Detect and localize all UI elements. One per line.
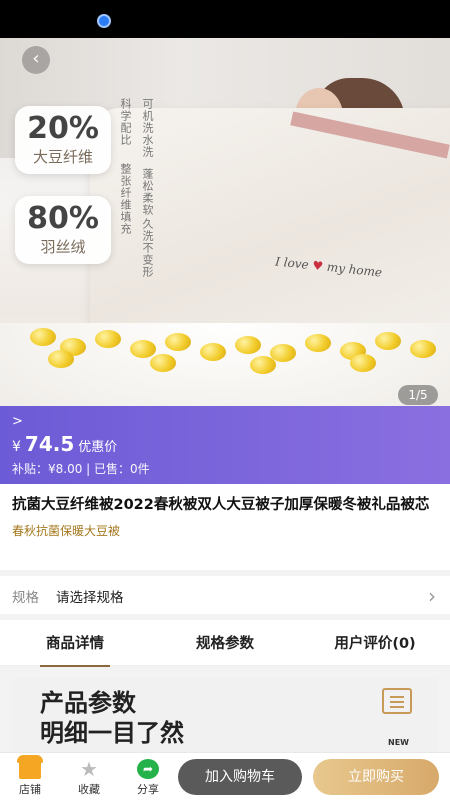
- params-heading: 产品参数 明细一目了然: [40, 688, 184, 748]
- badge-label: 羽丝绒: [40, 238, 86, 256]
- price-label: 优惠价: [78, 440, 118, 455]
- subsidy-sold-info: 补贴：¥8.00 | 已售：0件: [12, 462, 150, 476]
- status-bar: [0, 0, 450, 38]
- tab-user-reviews[interactable]: 用户评价(0): [300, 632, 450, 653]
- fiber-badge-soy: 20% 大豆纤维: [15, 106, 111, 174]
- favorite-button[interactable]: ★ 收藏: [67, 759, 111, 797]
- product-subtitle: 春秋抗菌保暖大豆被: [12, 524, 121, 538]
- spec-label: 规格: [12, 590, 39, 606]
- params-heading-line1: 产品参数: [40, 689, 136, 717]
- new-label: NEW: [388, 738, 409, 747]
- document-icon: [382, 688, 412, 714]
- badge-percent: 80%: [27, 201, 99, 236]
- detail-tabs: 商品详情 规格参数 用户评价(0): [0, 620, 450, 667]
- params-heading-line2: 明细一目了然: [40, 719, 184, 747]
- product-title: 抗菌大豆纤维被2022春秋被双人大豆被子加厚保暖冬被礼品被芯: [12, 497, 430, 513]
- product-params-banner: 产品参数 明细一目了然 NEW: [12, 678, 438, 758]
- price: ¥74.5 优惠价: [12, 432, 117, 456]
- bottom-action-bar: 店铺 ★ 收藏 ➦ 分享 加入购物车 立即购买: [0, 752, 450, 800]
- store-label: 店铺: [19, 783, 41, 796]
- price-value: 74.5: [24, 432, 75, 456]
- feature-text: 整张纤维填充: [119, 163, 132, 235]
- share-icon: ➦: [137, 759, 159, 779]
- star-icon: ★: [80, 757, 98, 781]
- badge-percent: 20%: [27, 111, 99, 146]
- tab-specifications[interactable]: 规格参数: [150, 632, 300, 653]
- buy-now-button[interactable]: 立即购买: [313, 759, 439, 795]
- spec-selector[interactable]: 规格 请选择规格 ›: [0, 576, 450, 614]
- share-button[interactable]: ➦ 分享: [126, 759, 170, 797]
- feature-text: 科学配比: [119, 98, 132, 146]
- app-notification-icon: [97, 14, 111, 28]
- image-counter: 1/5: [398, 385, 438, 405]
- feature-text: 可机洗水洗: [141, 98, 154, 158]
- price-bar: > ¥74.5 优惠价 补贴：¥8.00 | 已售：0件: [0, 406, 450, 484]
- heart-icon: ♥: [311, 258, 324, 274]
- favorite-label: 收藏: [78, 783, 100, 796]
- price-currency: ¥: [12, 439, 21, 455]
- badge-label: 大豆纤维: [32, 148, 93, 166]
- feature-text: 久洗不变形: [141, 218, 154, 278]
- spec-value: 请选择规格: [56, 590, 124, 606]
- price-arrow: >: [12, 414, 23, 429]
- add-to-cart-button[interactable]: 加入购物车: [178, 759, 302, 795]
- product-image-carousel[interactable]: 20% 大豆纤维 80% 羽丝绒 可机洗水洗 蓬松柔软 久洗不变形 科学配比 整…: [0, 38, 450, 406]
- store-icon: [17, 755, 43, 779]
- chevron-right-icon: ›: [428, 584, 436, 608]
- tab-product-details[interactable]: 商品详情: [0, 632, 150, 667]
- product-info: 抗菌大豆纤维被2022春秋被双人大豆被子加厚保暖冬被礼品被芯 春秋抗菌保暖大豆被: [0, 484, 450, 570]
- fiber-badge-down: 80% 羽丝绒: [15, 196, 111, 264]
- store-button[interactable]: 店铺: [8, 755, 52, 797]
- back-button[interactable]: ‹: [22, 46, 50, 74]
- share-label: 分享: [137, 783, 159, 796]
- feature-text: 蓬松柔软: [141, 168, 154, 216]
